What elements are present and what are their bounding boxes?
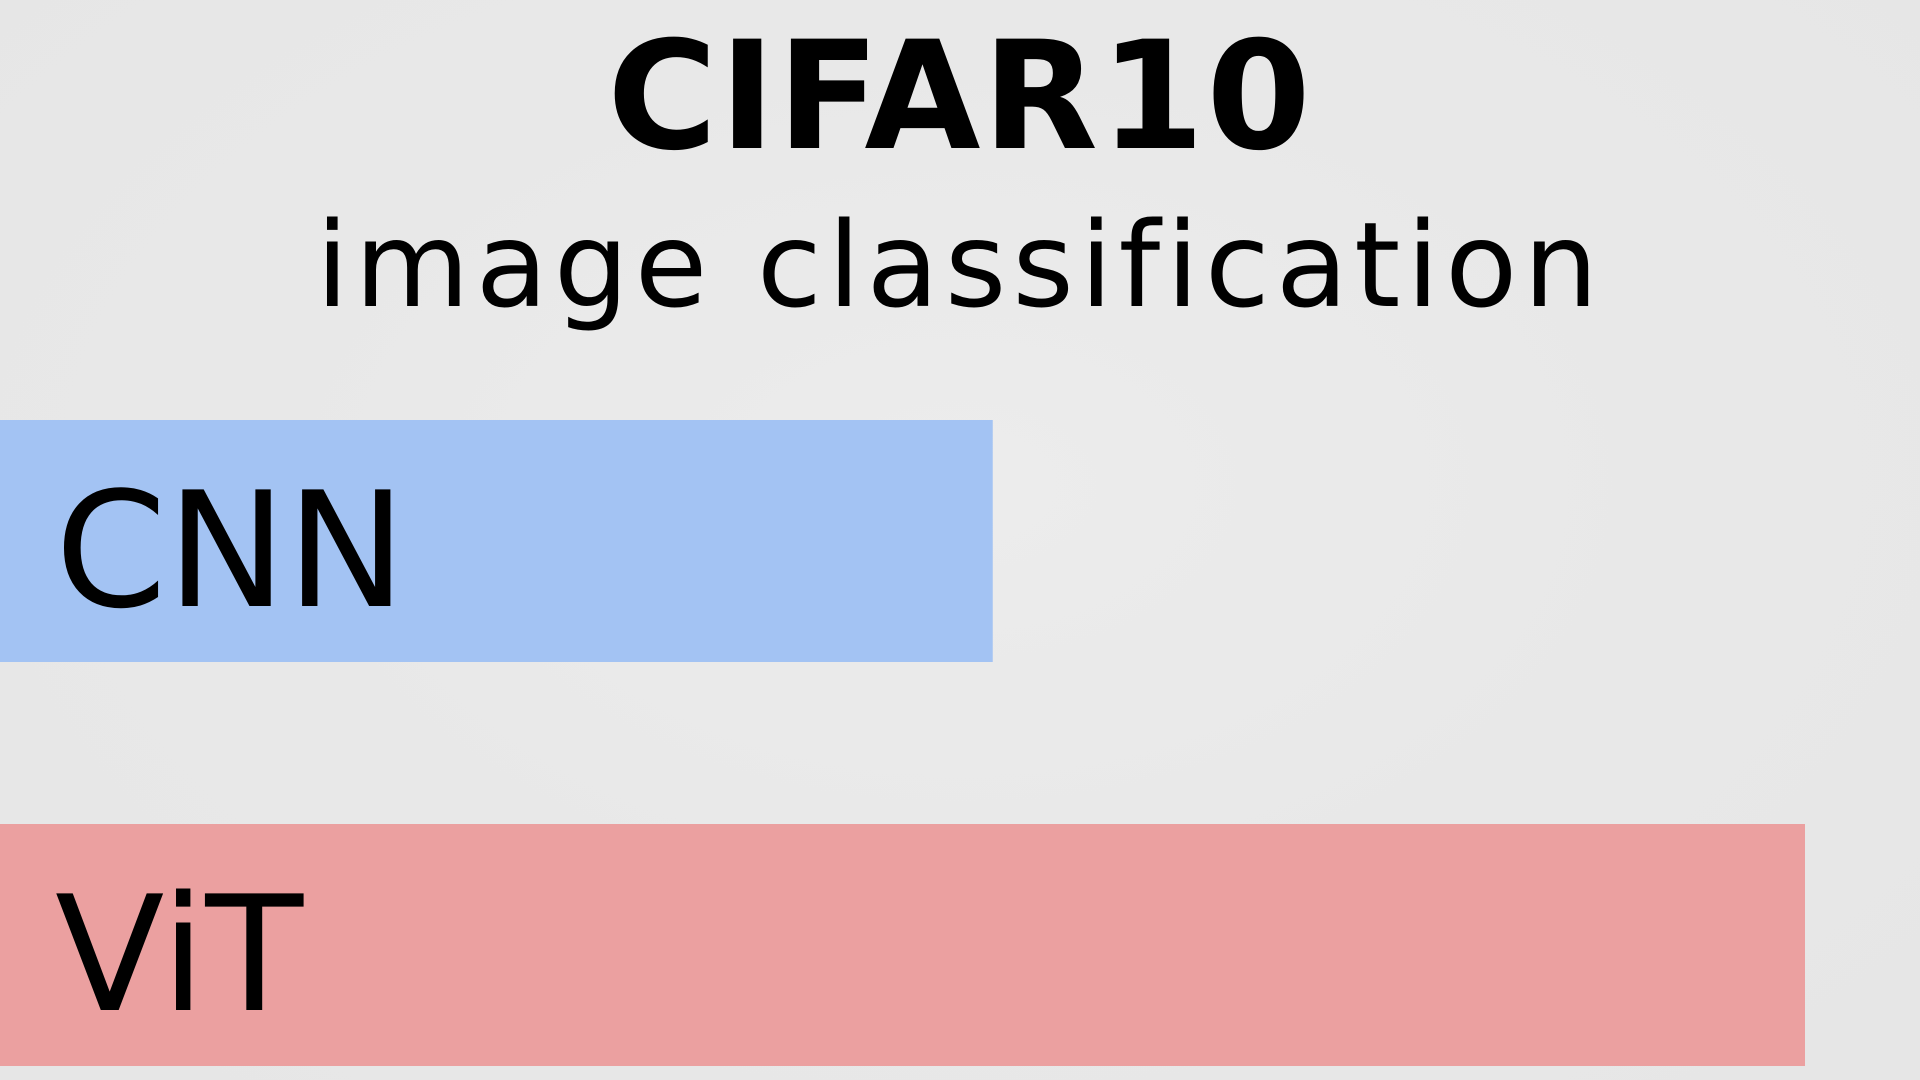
bar-label-cnn: CNN <box>55 457 406 644</box>
bar-label-vit: ViT <box>55 861 304 1048</box>
bar-chart: CNN ViT <box>0 420 1805 1066</box>
